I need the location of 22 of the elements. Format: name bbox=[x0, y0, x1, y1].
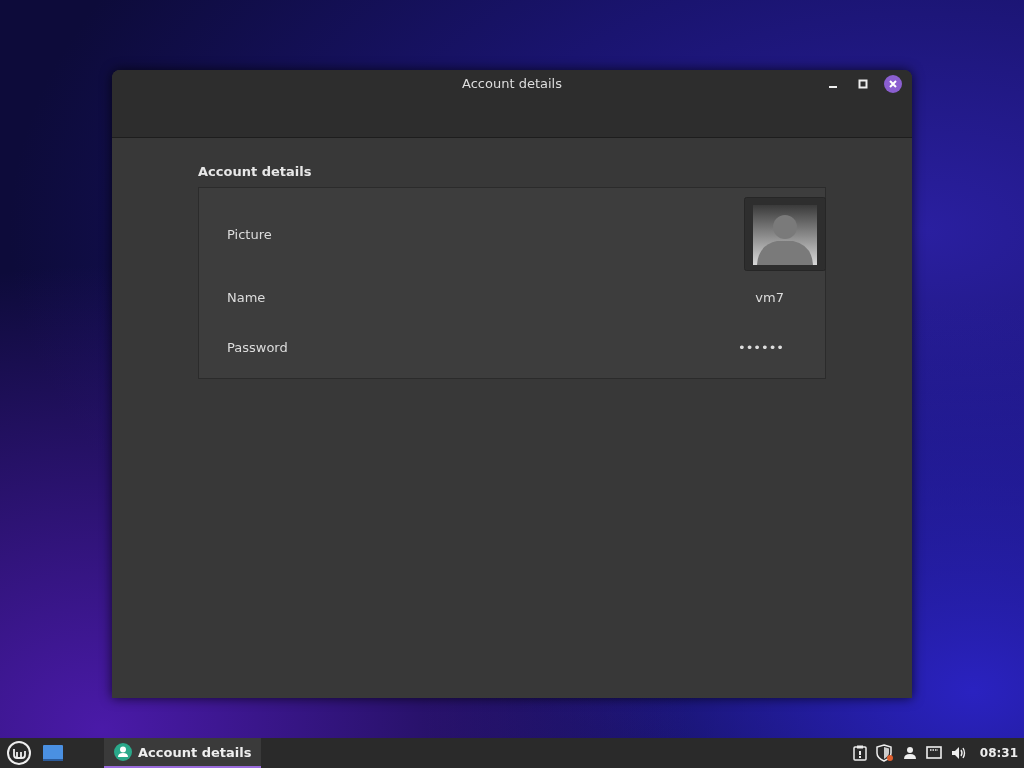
user-icon[interactable] bbox=[902, 746, 917, 760]
maximize-icon bbox=[858, 79, 868, 89]
desktop-icon[interactable] bbox=[42, 744, 64, 762]
row-label: Name bbox=[227, 289, 266, 305]
section-title: Account details bbox=[198, 163, 313, 179]
row-value[interactable]: •••••• bbox=[738, 339, 784, 355]
network-icon[interactable] bbox=[925, 746, 942, 760]
close-icon bbox=[888, 79, 898, 89]
user-icon bbox=[114, 743, 132, 761]
clipboard-icon[interactable] bbox=[852, 745, 867, 761]
clock[interactable]: 08:31 bbox=[979, 746, 1018, 760]
shield-icon[interactable] bbox=[875, 744, 894, 762]
close-button[interactable] bbox=[884, 75, 902, 93]
window-title: Account details bbox=[462, 76, 562, 91]
taskbar-window-button[interactable]: Account details bbox=[104, 738, 262, 768]
menu-logo-icon[interactable] bbox=[6, 740, 32, 766]
volume-icon[interactable] bbox=[950, 746, 967, 760]
avatar-button[interactable] bbox=[744, 197, 826, 271]
row-label: Picture bbox=[227, 226, 272, 242]
row-value[interactable]: vm7 bbox=[755, 289, 784, 305]
row-label: Password bbox=[227, 339, 288, 355]
minimize-icon bbox=[829, 86, 837, 88]
